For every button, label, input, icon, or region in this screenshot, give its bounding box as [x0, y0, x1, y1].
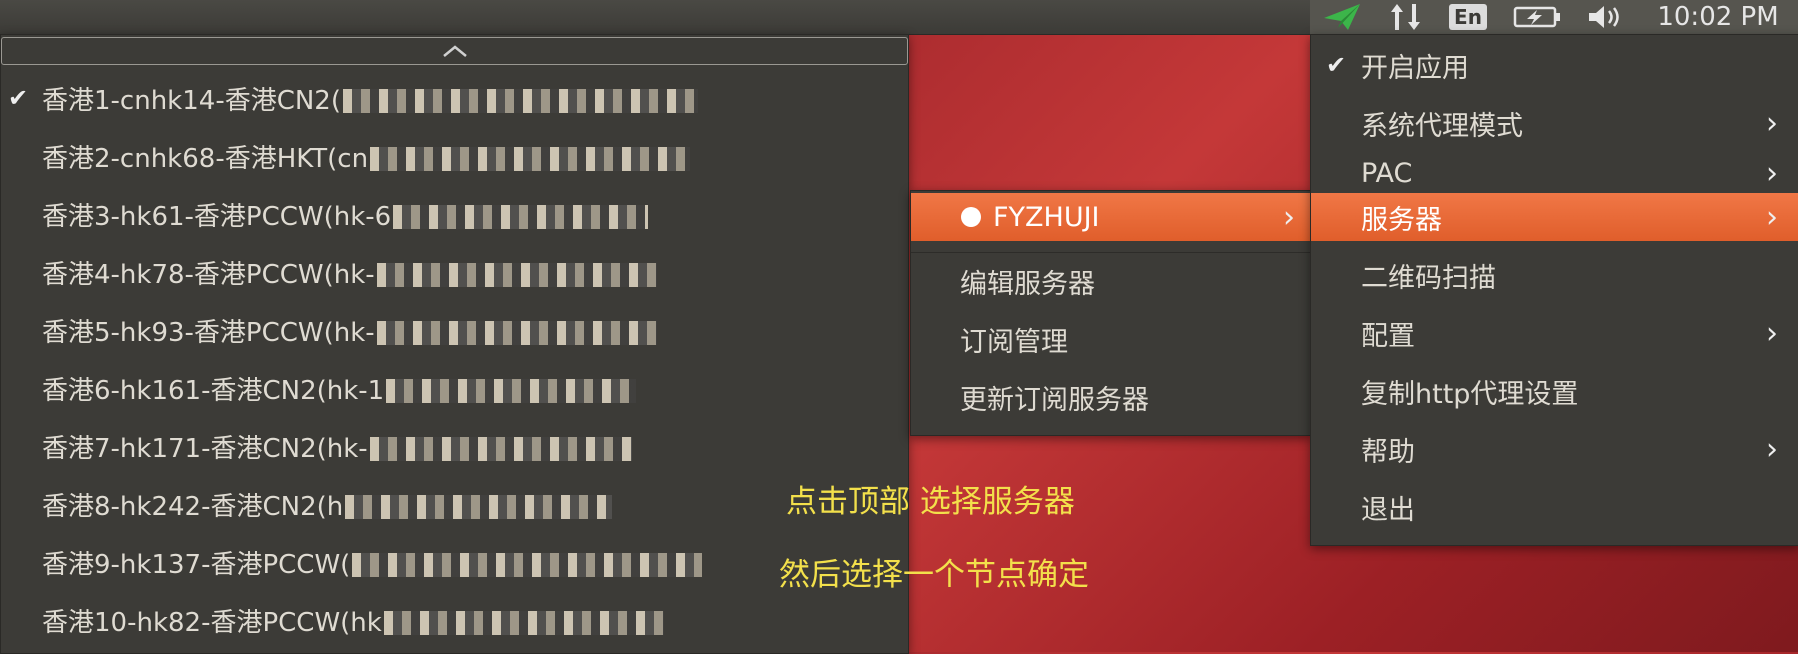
subscription-manage-item[interactable]: 订阅管理	[911, 315, 1311, 363]
chevron-up-icon	[442, 45, 467, 57]
server-item[interactable]: 香港10-hk82-香港PCCW(hk	[1, 596, 908, 644]
server-label: 香港3-hk61-香港PCCW(hk-6	[42, 201, 392, 232]
server-item[interactable]: 香港2-cnhk68-香港HKT(cn	[1, 132, 908, 180]
server-item[interactable]: ✔ 香港1-cnhk14-香港CN2(	[1, 74, 908, 122]
server-item[interactable]: 香港5-hk93-香港PCCW(hk-	[1, 306, 908, 354]
scroll-up-button[interactable]	[1, 37, 908, 65]
update-subscription-item[interactable]: 更新订阅服务器	[911, 373, 1311, 421]
server-label: 香港1-cnhk14-香港CN2(	[42, 85, 341, 116]
battery-charging-icon[interactable]	[1508, 0, 1568, 34]
server-item[interactable]: 香港6-hk161-香港CN2(hk-1	[1, 364, 908, 412]
copy-http-proxy-item[interactable]: 复制http代理设置	[1311, 367, 1798, 415]
instruction-line-2: 然后选择一个节点确定	[779, 557, 1089, 593]
network-transfer-icon[interactable]	[1384, 0, 1428, 34]
config-label: 配置	[1361, 320, 1415, 352]
server-group-label: FYZHUJI	[993, 201, 1100, 233]
server-label: 香港4-hk78-香港PCCW(hk-	[42, 259, 375, 290]
redacted-address	[383, 611, 664, 635]
qr-scan-label: 二维码扫描	[1361, 262, 1496, 294]
server-item[interactable]: 香港3-hk61-香港PCCW(hk-6	[1, 190, 908, 238]
server-submenu: FYZHUJI › 编辑服务器 订阅管理 更新订阅服务器	[910, 190, 1312, 436]
redacted-address	[343, 89, 698, 113]
chevron-right-icon: ›	[1766, 315, 1778, 351]
pac-label: PAC	[1361, 157, 1413, 189]
server-item[interactable]: 香港7-hk171-香港CN2(hk-	[1, 422, 908, 470]
server-item[interactable]: 香港4-hk78-香港PCCW(hk-	[1, 248, 908, 296]
clock[interactable]: 10:02 PM	[1648, 0, 1788, 34]
chevron-right-icon: ›	[1766, 431, 1778, 467]
keyboard-en-icon[interactable]: En	[1446, 0, 1490, 34]
enable-app-item[interactable]: ✔ 开启应用	[1311, 41, 1798, 89]
servers-item[interactable]: 服务器 ›	[1311, 193, 1798, 241]
server-label: 香港7-hk171-香港CN2(hk-	[42, 433, 368, 464]
proxy-mode-item[interactable]: 系统代理模式 ›	[1311, 99, 1798, 147]
redacted-address	[345, 495, 613, 519]
redacted-address	[370, 147, 691, 171]
server-item[interactable]: 香港9-hk137-香港PCCW(	[1, 538, 908, 586]
quit-item[interactable]: 退出	[1311, 483, 1798, 531]
volume-icon[interactable]	[1582, 0, 1630, 34]
input-method-label: En	[1449, 4, 1487, 30]
edit-servers-label: 编辑服务器	[960, 268, 1095, 300]
server-label: 香港6-hk161-香港CN2(hk-1	[42, 375, 385, 406]
server-list-menu: ✔ 香港1-cnhk14-香港CN2( 香港2-cnhk68-香港HKT(cn …	[0, 34, 909, 654]
redacted-address	[376, 321, 657, 345]
subscription-manage-label: 订阅管理	[960, 326, 1068, 358]
help-label: 帮助	[1361, 436, 1415, 468]
redacted-address	[393, 205, 649, 229]
config-item[interactable]: 配置 ›	[1311, 309, 1798, 357]
chevron-right-icon: ›	[1766, 155, 1778, 191]
top-panel: En 10:02 PM	[0, 0, 1798, 35]
server-label: 香港8-hk242-香港CN2(h	[42, 491, 344, 522]
server-label: 香港9-hk137-香港PCCW(	[42, 549, 351, 580]
pac-item[interactable]: PAC ›	[1311, 149, 1798, 197]
proxy-mode-label: 系统代理模式	[1361, 110, 1523, 142]
app-main-menu: ✔ 开启应用 系统代理模式 › PAC › 服务器 › 二维码扫描 配置 › 复…	[1310, 34, 1798, 546]
server-label: 香港10-hk82-香港PCCW(hk	[42, 607, 382, 638]
redacted-address	[369, 437, 632, 461]
menu-separator	[911, 252, 1311, 253]
server-item[interactable]: 香港8-hk242-香港CN2(h	[1, 480, 908, 528]
help-item[interactable]: 帮助 ›	[1311, 425, 1798, 473]
check-icon: ✔	[1326, 51, 1347, 79]
chevron-right-icon: ›	[1766, 105, 1778, 141]
redacted-address	[386, 379, 637, 403]
redacted-address	[376, 263, 657, 287]
check-icon: ✔	[8, 84, 29, 112]
edit-servers-item[interactable]: 编辑服务器	[911, 257, 1311, 305]
copy-http-proxy-label: 复制http代理设置	[1361, 378, 1579, 410]
server-label: 香港2-cnhk68-香港HKT(cn	[42, 143, 369, 174]
update-subscription-label: 更新订阅服务器	[960, 384, 1149, 416]
redacted-address	[352, 553, 703, 577]
server-label: 香港5-hk93-香港PCCW(hk-	[42, 317, 375, 348]
chevron-right-icon: ›	[1766, 199, 1778, 235]
servers-label: 服务器	[1361, 204, 1442, 236]
enable-app-label: 开启应用	[1361, 52, 1469, 84]
qr-scan-item[interactable]: 二维码扫描	[1311, 251, 1798, 299]
server-group-fyzhuji[interactable]: FYZHUJI ›	[911, 193, 1311, 241]
shadowsocks-plane-icon[interactable]	[1318, 0, 1366, 34]
radio-dot-icon	[961, 207, 981, 227]
chevron-right-icon: ›	[1283, 199, 1295, 235]
instruction-line-1: 点击顶部 选择服务器	[786, 484, 1075, 520]
quit-label: 退出	[1361, 494, 1415, 526]
